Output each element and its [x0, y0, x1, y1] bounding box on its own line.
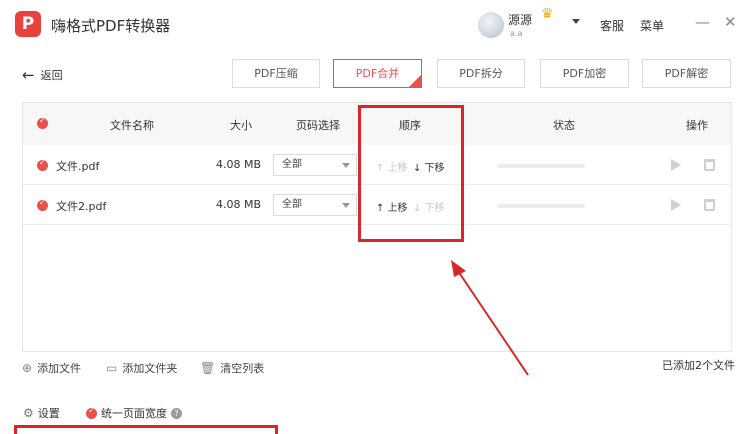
- arrow-head: [451, 260, 466, 277]
- annotation-arrow: [451, 260, 529, 376]
- arrow-line: [455, 267, 529, 376]
